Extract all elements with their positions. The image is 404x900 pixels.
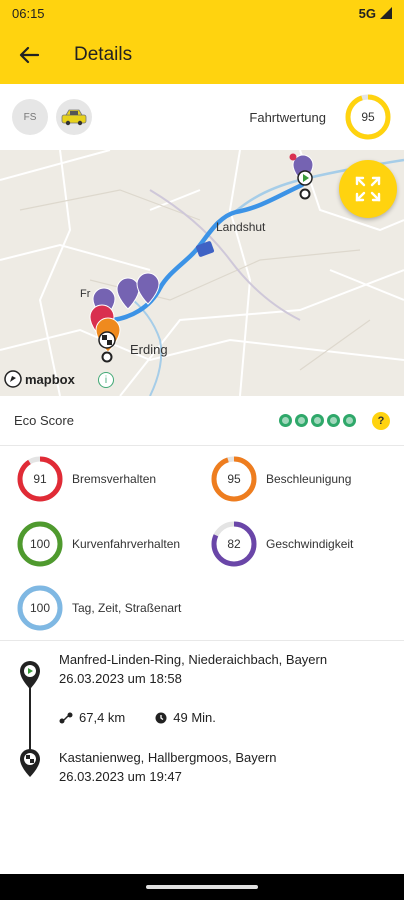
help-button[interactable]: ? bbox=[372, 411, 390, 430]
status-time: 06:15 bbox=[12, 5, 45, 21]
car-icon bbox=[61, 109, 87, 126]
time-road-value: 100 bbox=[29, 601, 51, 615]
eco-leaf-icon bbox=[327, 414, 340, 427]
eco-score-label: Eco Score bbox=[14, 413, 74, 428]
distance-icon bbox=[59, 712, 73, 723]
driver-avatar[interactable]: FS bbox=[12, 99, 48, 135]
vehicle-chip[interactable] bbox=[56, 99, 92, 135]
end-info: Kastanienweg, Hallbergmoos, Bayern 26.03… bbox=[59, 748, 277, 786]
duration-value: 49 Min. bbox=[173, 710, 216, 725]
start-time: 26.03.2023 um 18:58 bbox=[59, 671, 182, 686]
speed-value: 82 bbox=[227, 537, 241, 551]
score-acceleration[interactable]: 95 Beschleunigung bbox=[210, 455, 351, 503]
cornering-value: 100 bbox=[29, 537, 51, 551]
system-nav-bar bbox=[0, 874, 404, 900]
score-time-road[interactable]: 100 Tag, Zeit, Straßenart bbox=[16, 584, 181, 632]
acceleration-value: 95 bbox=[227, 472, 241, 486]
cornering-label: Kurvenfahrverhalten bbox=[72, 537, 181, 551]
time-road-label: Tag, Zeit, Straßenart bbox=[72, 601, 182, 615]
section-divider bbox=[0, 640, 404, 641]
speed-label: Geschwindigkeit bbox=[266, 537, 354, 551]
eco-leaf-icon bbox=[295, 414, 308, 427]
map-label-freising: Fr bbox=[80, 288, 91, 300]
start-address: Manfred-Linden-Ring, Niederaichbach, Bay… bbox=[59, 652, 328, 667]
end-time: 26.03.2023 um 19:47 bbox=[59, 769, 182, 784]
end-address: Kastanienweg, Hallbergmoos, Bayern bbox=[59, 750, 277, 765]
route-map[interactable]: Landshut Erding Fr mapbox i bbox=[0, 150, 404, 396]
signal-icon bbox=[380, 7, 392, 19]
mapbox-icon bbox=[4, 370, 22, 388]
rating-ring: 95 bbox=[344, 93, 392, 141]
braking-value: 91 bbox=[33, 472, 47, 486]
status-bar: 06:15 5G bbox=[0, 0, 404, 26]
map-label-landshut: Landshut bbox=[216, 220, 266, 234]
finish-pin-icon bbox=[20, 749, 40, 777]
map-label-erding: Erding bbox=[130, 342, 168, 357]
eco-score-row: Eco Score ? bbox=[0, 396, 404, 446]
braking-label: Bremsverhalten bbox=[72, 472, 157, 486]
map-info-button[interactable]: i bbox=[98, 372, 114, 388]
eco-leaf-icon bbox=[279, 414, 292, 427]
score-braking[interactable]: 91 Bremsverhalten bbox=[16, 455, 156, 503]
acceleration-label: Beschleunigung bbox=[266, 472, 352, 486]
network-label: 5G bbox=[358, 5, 376, 21]
fullscreen-button[interactable] bbox=[339, 160, 397, 218]
page-title: Details bbox=[74, 44, 133, 65]
rating-value: 95 bbox=[361, 110, 375, 124]
duration-stat: 49 Min. bbox=[155, 710, 216, 725]
back-button[interactable] bbox=[0, 26, 58, 84]
app-bar: Details bbox=[0, 26, 404, 84]
mapbox-label: mapbox bbox=[25, 371, 75, 387]
home-handle[interactable] bbox=[146, 885, 258, 889]
expand-icon bbox=[355, 176, 381, 202]
start-pin-icon bbox=[20, 661, 40, 689]
eco-leaves bbox=[279, 414, 356, 427]
distance-stat: 67,4 km bbox=[59, 710, 125, 725]
trip-stats: 67,4 km 49 Min. bbox=[59, 710, 216, 725]
score-speed[interactable]: 82 Geschwindigkeit bbox=[210, 520, 353, 568]
eco-leaf-icon bbox=[343, 414, 356, 427]
rating-label: Fahrtwertung bbox=[249, 109, 326, 125]
score-cornering[interactable]: 100 Kurvenfahrverhalten bbox=[16, 520, 180, 568]
distance-value: 67,4 km bbox=[79, 710, 126, 725]
eco-leaf-icon bbox=[311, 414, 324, 427]
mapbox-logo: mapbox bbox=[4, 370, 75, 388]
clock-icon bbox=[155, 712, 167, 723]
start-info: Manfred-Linden-Ring, Niederaichbach, Bay… bbox=[59, 650, 327, 688]
back-arrow-icon bbox=[19, 46, 39, 64]
status-indicators: 5G bbox=[359, 6, 392, 21]
trip-header: FS Fahrtwertung 95 bbox=[0, 84, 404, 150]
